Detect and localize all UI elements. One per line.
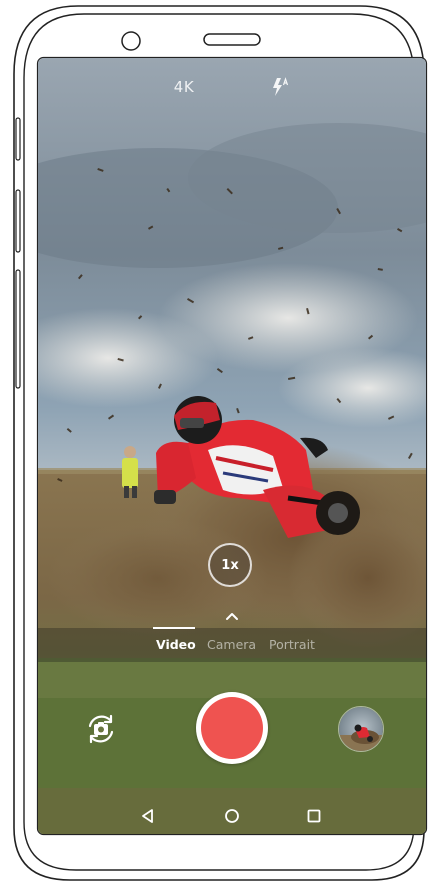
switch-camera-icon[interactable] bbox=[80, 708, 122, 750]
zoom-label: 1x bbox=[221, 557, 239, 573]
nav-back-button[interactable] bbox=[134, 802, 162, 830]
chevron-up-icon[interactable] bbox=[222, 609, 242, 623]
system-nav-bar bbox=[38, 798, 426, 834]
resolution-toggle[interactable]: 4K bbox=[166, 76, 202, 98]
nav-home-button[interactable] bbox=[218, 802, 246, 830]
resolution-label: 4K bbox=[173, 78, 195, 96]
last-photo-thumbnail bbox=[339, 707, 383, 751]
phone-page: 4K 1x Video Camera Portrait bbox=[0, 0, 432, 886]
back-triangle-icon bbox=[142, 809, 153, 823]
front-camera bbox=[121, 31, 141, 51]
home-circle-icon bbox=[225, 809, 239, 823]
mode-tab-camera[interactable]: Camera bbox=[207, 637, 256, 652]
earpiece-speaker bbox=[203, 33, 261, 46]
flash-auto-icon bbox=[273, 77, 289, 96]
selected-mode-indicator bbox=[153, 627, 195, 629]
flash-toggle[interactable] bbox=[266, 76, 294, 98]
zoom-button[interactable]: 1x bbox=[208, 543, 252, 587]
mode-tab-video[interactable]: Video bbox=[156, 637, 196, 652]
mode-tab-portrait[interactable]: Portrait bbox=[269, 637, 315, 652]
record-button-core bbox=[201, 697, 263, 759]
record-button[interactable] bbox=[196, 692, 268, 764]
camera-viewfinder[interactable]: 4K 1x Video Camera Portrait bbox=[38, 58, 426, 834]
gallery-thumbnail[interactable] bbox=[338, 706, 384, 752]
recents-square-icon bbox=[307, 809, 321, 823]
nav-recents-button[interactable] bbox=[300, 802, 328, 830]
